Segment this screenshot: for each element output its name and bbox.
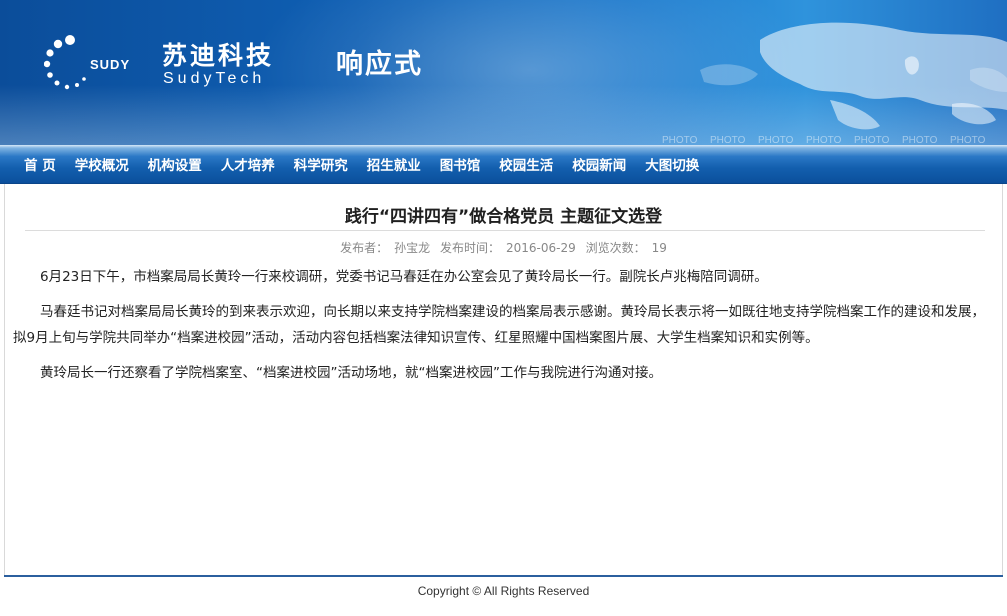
nav-item-3[interactable]: 人才培养	[221, 154, 275, 174]
nav-item-4[interactable]: 科学研究	[294, 154, 348, 174]
views-count: 19	[651, 241, 667, 255]
photo-label: PHOTO	[902, 135, 938, 145]
article-paragraph: 黄玲局长一行还察看了学院档案室、“档案进校园”活动场地，就“档案进校园”工作与我…	[40, 365, 662, 381]
footer-copyright: Copyright © All Rights Reserved	[417, 584, 590, 598]
nav-item-1[interactable]: 学校概况	[75, 154, 129, 174]
nav-item-6[interactable]: 图书馆	[440, 154, 481, 174]
article-container: 践行“四讲四有”做合格党员 主题征文选登 发布者： 孙宝龙 发布时间： 2016-0…	[4, 184, 1003, 575]
article-paragraph: 6月23日下午，市档案局局长黄玲一行来校调研，党委书记马春廷在办公室会见了黄玲局…	[40, 269, 768, 285]
author-label: 发布者：	[340, 241, 389, 255]
nav-item-7[interactable]: 校园生活	[499, 154, 553, 174]
publish-time-label: 发布时间：	[439, 241, 500, 255]
footer-divider	[4, 575, 1003, 577]
nav-item-8[interactable]: 校园新闻	[572, 154, 626, 174]
site-title: 响应式	[336, 49, 423, 80]
article-title: 践行“四讲四有”做合格党员 主题征文选登	[344, 207, 663, 227]
site-header: SUDY 苏迪科技 SudyTech 响应式 PHOTO PHOTO PHOTO PH…	[0, 0, 1007, 145]
article-meta: 发布者： 孙宝龙 发布时间： 2016-06-29 浏览次数： 19	[5, 239, 1002, 256]
nav-item-0[interactable]: 首 页	[24, 154, 56, 174]
photo-label: PHOTO	[662, 135, 698, 145]
nav-item-5[interactable]: 招生就业	[367, 154, 421, 174]
nav-item-2[interactable]: 机构设置	[148, 154, 202, 174]
nav-item-9[interactable]: 大图切换	[645, 154, 699, 174]
article-body: 6月23日下午，市档案局局长黄玲一行来校调研，党委书记马春廷在办公室会见了黄玲局…	[13, 264, 993, 395]
views-label: 浏览次数：	[585, 241, 646, 255]
logo-en-text: SUDY	[90, 57, 131, 72]
title-divider	[25, 230, 985, 231]
publish-time: 2016-06-29	[506, 241, 576, 255]
logo-cn-text: 苏迪科技	[162, 41, 275, 70]
nav-list: 首 页学校概况 机构设置 人才培养 科学研究 招生就业 图书馆 校园生活 校园新闻 大图切换	[0, 145, 1007, 183]
photo-label: PHOTO	[950, 135, 986, 145]
author-name: 孙宝龙	[394, 241, 431, 255]
main-nav: 首 页学校概况 机构设置 人才培养 科学研究 招生就业 图书馆 校园生活 校园新闻 大图切换	[0, 145, 1007, 184]
article-paragraph: 马春廷书记对档案局局长黄玲的到来表示欢迎，向长期以来支持学院档案建设的档案局表示…	[13, 304, 985, 346]
logo-tech-text: SudyTech	[163, 70, 266, 87]
photo-label: PHOTO	[854, 135, 890, 145]
photo-strip: PHOTO PHOTO PHOTO PHOTO PHOTO PHOTO PHOTO	[662, 128, 998, 145]
photo-label: PHOTO	[758, 135, 794, 145]
sudy-logo-icon	[44, 35, 86, 90]
photo-label: PHOTO	[806, 135, 842, 145]
photo-label: PHOTO	[710, 135, 746, 145]
